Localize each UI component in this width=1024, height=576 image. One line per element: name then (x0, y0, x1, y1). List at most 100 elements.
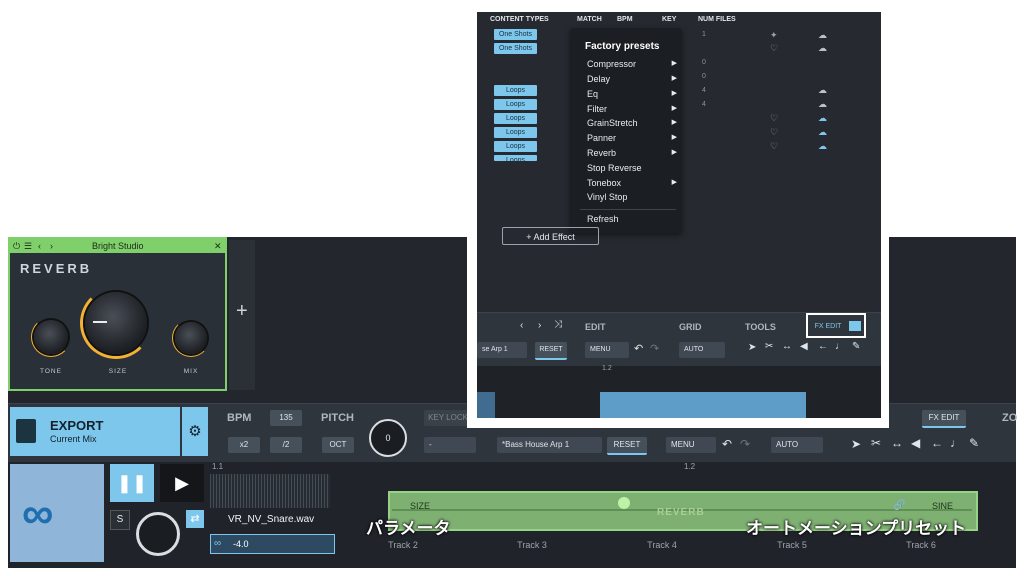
stretch-icon[interactable]: ↔ (891, 436, 903, 450)
note-icon[interactable]: ♩ (835, 341, 845, 352)
size-knob[interactable] (85, 292, 147, 354)
submenu-arrow-icon: ▶ (671, 119, 677, 126)
cloud-download-icon[interactable]: ☁ (818, 113, 827, 124)
scissors-icon[interactable]: ✂ (765, 341, 773, 352)
pencil-icon[interactable]: ✎ (852, 341, 860, 352)
play-button[interactable]: ▶ (160, 464, 204, 502)
reverb-plugin-window: ⏻ ☰ ‹ › Bright Studio ✕ REVERB TONE SIZE… (8, 237, 227, 391)
menu-dropdown[interactable]: MENU (666, 437, 716, 453)
heart-icon[interactable]: ♡ (770, 113, 778, 124)
menu-item-stop-reverse[interactable]: Stop Reverse (587, 163, 677, 173)
bpm-half-button[interactable]: /2 (270, 437, 302, 453)
cloud-download-icon[interactable]: ☁ (818, 141, 827, 152)
reset-button[interactable]: RESET (535, 342, 567, 360)
back-icon[interactable]: ← (818, 341, 828, 352)
back-icon[interactable]: ← (931, 436, 943, 450)
menu-item-refresh[interactable]: Refresh (587, 214, 677, 224)
content-tag[interactable]: Loops (494, 127, 537, 138)
menu-item-panner[interactable]: Panner ▶ (587, 133, 677, 143)
mute-icon[interactable]: ◀ (800, 341, 808, 352)
heart-icon[interactable]: ♡ (770, 141, 778, 152)
add-effect-button[interactable]: + Add Effect (502, 227, 599, 245)
menu-item-label: Stop Reverse (587, 163, 642, 173)
pitch-knob[interactable]: 0 (369, 419, 407, 457)
note-icon[interactable]: ♩ (950, 436, 962, 450)
fx-edit-button[interactable]: FX EDIT (922, 410, 966, 428)
cloud-icon[interactable]: ☁ (818, 30, 827, 41)
menu-item-filter[interactable]: Filter ▶ (587, 104, 677, 114)
content-types-header[interactable]: CONTENT TYPES (490, 16, 549, 23)
content-tag[interactable]: Loops (494, 155, 537, 161)
gear-icon[interactable]: ⚙ (182, 407, 208, 456)
key-header[interactable]: KEY (662, 16, 676, 23)
auto-dropdown[interactable]: AUTO (771, 437, 823, 453)
menu-icon[interactable]: ☰ (24, 240, 32, 252)
prev-icon[interactable]: ‹ (520, 320, 523, 331)
redo-icon[interactable]: ↷ (650, 342, 659, 355)
content-tag[interactable]: One Shots (494, 29, 537, 40)
menu-item-delay[interactable]: Delay ▶ (587, 74, 677, 84)
key-lock-button[interactable]: KEY LOCK (424, 410, 472, 426)
cloud-icon[interactable]: ☁ (818, 99, 827, 110)
content-tag[interactable]: One Shots (494, 43, 537, 54)
pencil-icon[interactable]: ✎ (969, 436, 979, 450)
content-tag[interactable]: Loops (494, 141, 537, 152)
heart-icon[interactable]: ♡ (770, 43, 778, 54)
cloud-icon[interactable]: ☁ (818, 85, 827, 96)
automation-point[interactable] (618, 497, 630, 509)
pause-button[interactable]: ❚❚ (110, 464, 154, 502)
content-tag[interactable]: Loops (494, 85, 537, 96)
redo-icon[interactable]: ↷ (740, 437, 750, 451)
auto-dropdown[interactable]: AUTO (679, 342, 725, 358)
preset-dropdown[interactable]: *Bass House Arp 1 (497, 437, 602, 453)
edit-label: EDIT (585, 322, 606, 332)
bpm-value[interactable]: 135 (270, 410, 302, 426)
swap-icon[interactable]: ⇄ (186, 510, 204, 528)
heart-icon[interactable]: ♡ (770, 127, 778, 138)
content-tag[interactable]: Loops (494, 113, 537, 124)
tone-knob[interactable] (34, 320, 68, 354)
bpm-double-button[interactable]: x2 (228, 437, 260, 453)
close-icon[interactable]: ✕ (214, 240, 222, 252)
menu-item-label: Filter (587, 104, 607, 114)
menu-item-grainstretch[interactable]: GrainStretch ▶ (587, 118, 677, 128)
cloud-icon[interactable]: ☁ (818, 43, 827, 54)
add-plugin-icon[interactable]: + (236, 300, 248, 323)
next-icon[interactable]: › (538, 320, 541, 331)
undo-icon[interactable]: ↶ (634, 342, 643, 355)
pointer-icon[interactable]: ➤ (851, 437, 861, 451)
menu-item-tonebox[interactable]: Tonebox ▶ (587, 178, 677, 188)
panel-clip[interactable] (477, 392, 495, 418)
undo-icon[interactable]: ↶ (722, 437, 732, 451)
submenu-arrow-icon: ▶ (671, 90, 677, 97)
panel-clip[interactable] (600, 392, 806, 418)
shuffle-icon[interactable]: ⤨ (554, 319, 562, 330)
menu-item-vinyl-stop[interactable]: Vinyl Stop (587, 192, 677, 202)
oct-button[interactable]: OCT (322, 437, 354, 453)
next-icon[interactable]: › (50, 240, 53, 252)
menu-dropdown[interactable]: MENU (585, 342, 629, 358)
reset-button[interactable]: RESET (607, 437, 647, 455)
track-volume-knob[interactable] (136, 512, 180, 556)
loop-tile[interactable]: ∞ (10, 464, 104, 562)
prev-icon[interactable]: ‹ (38, 240, 41, 252)
key-dropdown[interactable]: - (424, 437, 476, 453)
mute-icon[interactable]: ◀ (911, 436, 920, 450)
power-icon[interactable]: ⏻ (13, 240, 20, 252)
stretch-icon[interactable]: ↔ (782, 341, 792, 352)
preset-dropdown[interactable]: se Arp 1 (477, 342, 527, 358)
mix-knob[interactable] (175, 322, 207, 354)
num-files-header[interactable]: NUM FILES (698, 16, 736, 23)
track-clip[interactable] (210, 534, 335, 554)
menu-item-compressor[interactable]: Compressor ▶ (587, 59, 677, 69)
pointer-icon[interactable]: ➤ (748, 342, 756, 353)
menu-item-eq[interactable]: Eq ▶ (587, 89, 677, 99)
solo-button[interactable]: S (110, 510, 130, 530)
cloud-download-icon[interactable]: ☁ (818, 127, 827, 138)
bpm-header[interactable]: BPM (617, 16, 633, 23)
content-tag[interactable]: Loops (494, 99, 537, 110)
pin-icon[interactable]: ✦ (770, 30, 778, 41)
match-header[interactable]: MATCH (577, 16, 602, 23)
scissors-icon[interactable]: ✂ (871, 436, 881, 450)
menu-item-reverb[interactable]: Reverb ▶ (587, 148, 677, 158)
